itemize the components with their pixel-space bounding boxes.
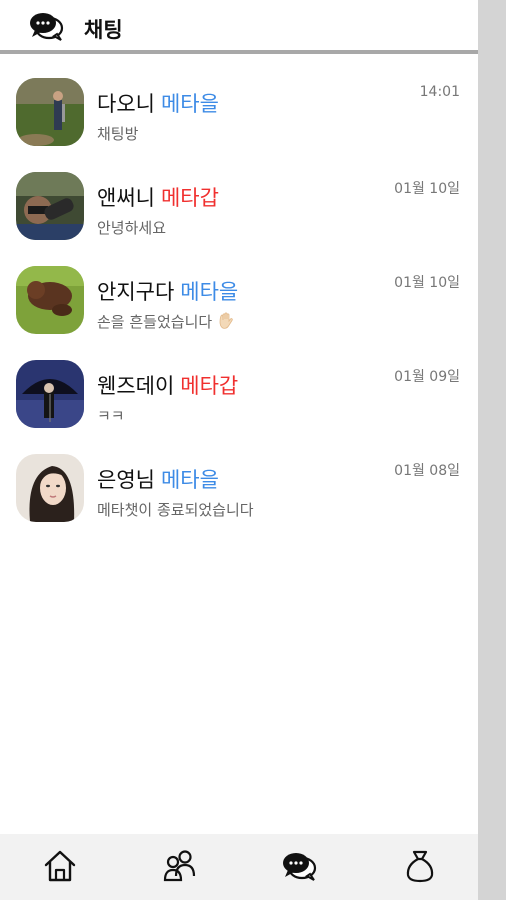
chat-row-4[interactable]: 웬즈데이 메타갑 ㅋㅋ 01월 09일 <box>0 344 478 438</box>
friends-icon[interactable] <box>160 846 200 886</box>
chat-row-5[interactable]: 은영님 메타을 메타챗이 종료되었습니다 01월 08일 <box>0 438 478 532</box>
message-preview: 채팅방 <box>97 125 139 143</box>
message-preview: ㅋㅋ <box>97 407 125 425</box>
membership-tag: 메타갑 <box>160 186 219 210</box>
chat-screen: 채팅 다오니 메타을 채팅방 14:01 앤써니 메타갑 안녕하세요 01월 1… <box>0 0 478 900</box>
avatar <box>16 172 84 240</box>
waving-hand-icon <box>216 312 236 334</box>
bottom-nav <box>0 834 478 900</box>
timestamp: 01월 10일 <box>394 275 460 291</box>
chat-row-3[interactable]: 안지구다 메타을 손을 흔들었습니다 01월 10일 <box>0 250 478 344</box>
message-preview: 안녕하세요 <box>97 219 167 237</box>
home-icon[interactable] <box>40 846 80 886</box>
chat-row-1[interactable]: 다오니 메타을 채팅방 14:01 <box>0 62 478 156</box>
contact-name: 안지구다 <box>97 280 175 304</box>
membership-tag: 메타을 <box>180 280 239 304</box>
header: 채팅 <box>0 0 478 54</box>
message-preview: 손을 흔들었습니다 <box>97 311 236 334</box>
contact-name: 은영님 <box>97 468 155 492</box>
message-preview-text: 손을 흔들었습니다 <box>97 313 213 331</box>
membership-tag: 메타을 <box>160 468 219 492</box>
contact-name: 다오니 <box>97 92 155 116</box>
chat-title: 안지구다 메타을 <box>97 276 238 306</box>
scrollbar[interactable] <box>478 0 506 900</box>
avatar <box>16 266 84 334</box>
message-preview: 메타챗이 종료되었습니다 <box>97 501 254 519</box>
chat-title: 다오니 메타을 <box>97 88 219 118</box>
page-title: 채팅 <box>84 18 123 42</box>
chat-title: 웬즈데이 메타갑 <box>97 370 238 400</box>
chat-title: 은영님 메타을 <box>97 464 219 494</box>
chat-bubbles-icon <box>28 11 68 43</box>
membership-tag: 메타갑 <box>180 374 239 398</box>
avatar <box>16 454 84 522</box>
bag-icon[interactable] <box>400 846 440 886</box>
timestamp: 01월 09일 <box>394 369 460 385</box>
chat-title: 앤써니 메타갑 <box>97 182 219 212</box>
chat-row-2[interactable]: 앤써니 메타갑 안녕하세요 01월 10일 <box>0 156 478 250</box>
timestamp: 01월 08일 <box>394 463 460 479</box>
timestamp: 14:01 <box>419 84 460 100</box>
chat-icon[interactable] <box>280 846 320 886</box>
timestamp: 01월 10일 <box>394 181 460 197</box>
contact-name: 웬즈데이 <box>97 374 175 398</box>
avatar <box>16 360 84 428</box>
avatar <box>16 78 84 146</box>
membership-tag: 메타을 <box>160 92 219 116</box>
contact-name: 앤써니 <box>97 186 155 210</box>
